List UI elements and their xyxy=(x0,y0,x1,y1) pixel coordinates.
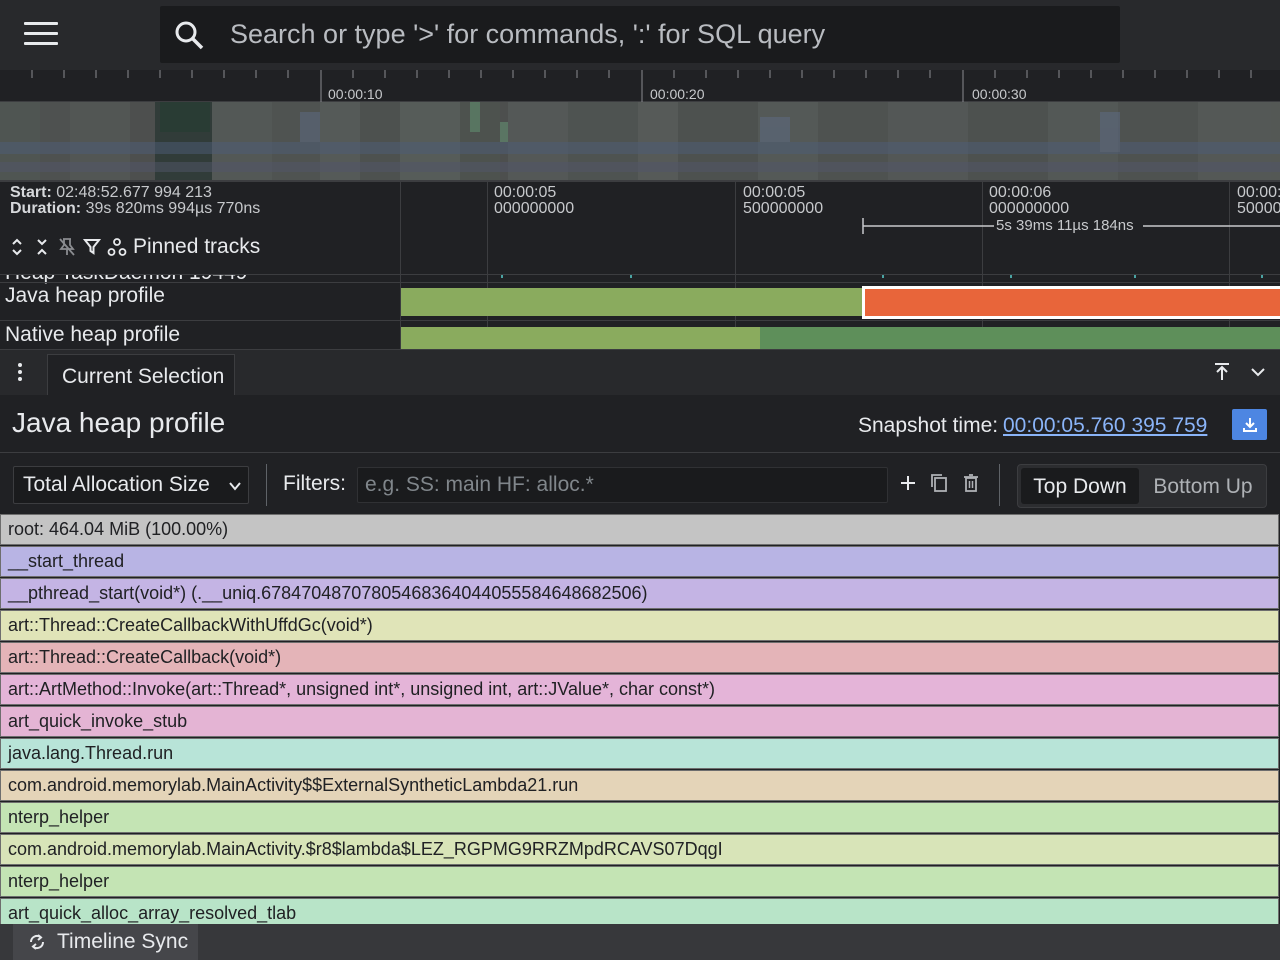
axis-tick-label: 00:00:05 500000000 xyxy=(743,184,824,217)
axis-tick-label: 00:00:06 000000000 xyxy=(989,184,1070,217)
java-heap-selected-slice[interactable] xyxy=(862,286,1280,319)
flamegraph-frame[interactable]: art::Thread::CreateCallback(void*) xyxy=(0,642,1279,673)
unpin-icon[interactable] xyxy=(56,236,78,258)
details-header: Java heap profile Snapshot time: 00:00:0… xyxy=(0,395,1280,453)
details-title: Java heap profile xyxy=(12,407,226,438)
workspace-icon[interactable] xyxy=(106,236,128,258)
metric-select[interactable]: Total Allocation Size xyxy=(13,466,249,504)
flamegraph-frame[interactable]: nterp_helper xyxy=(0,802,1279,833)
flamegraph-frame[interactable]: __pthread_start(void*) (.__uniq.67847048… xyxy=(0,578,1279,609)
collapse-all-icon[interactable] xyxy=(31,236,53,258)
overview-ticks xyxy=(31,70,1252,102)
flamegraph-frame[interactable]: nterp_helper xyxy=(0,866,1279,897)
download-icon xyxy=(1242,417,1257,432)
snapshot-time-link[interactable]: 00:00:05.760 395 759 xyxy=(1003,414,1207,438)
track-name-java-heap[interactable]: Java heap profile xyxy=(5,284,165,308)
overview-heatmap[interactable] xyxy=(0,102,1280,182)
axis-gridline xyxy=(487,182,488,275)
details-panel-tabbar: Current Selection xyxy=(0,349,1280,396)
flamegraph-controls: Total Allocation Size Filters: Top Down … xyxy=(0,453,1280,515)
time-axis-row: Start: 02:48:52.677 994 213 Duration: 39… xyxy=(0,182,1280,275)
more-vert-icon[interactable] xyxy=(14,362,26,382)
status-bar: Timeline Sync xyxy=(0,924,1280,960)
timeline-sync-button[interactable]: Timeline Sync xyxy=(13,924,198,960)
omnibox[interactable] xyxy=(160,6,1120,63)
trace-info-panel: Start: 02:48:52.677 994 213 Duration: 39… xyxy=(0,182,401,275)
expand-all-icon[interactable] xyxy=(6,236,28,258)
overview-label: 00:00:20 xyxy=(650,86,705,102)
flamegraph-frame[interactable]: com.android.memorylab.MainActivity$$Exte… xyxy=(0,770,1279,801)
axis-tick-label: 00:00:05 000000000 xyxy=(494,184,575,217)
pinned-tracks-label[interactable]: Pinned tracks xyxy=(133,235,260,259)
chevron-down-icon xyxy=(229,482,241,491)
download-button[interactable] xyxy=(1232,409,1267,440)
track-shell-column: Heap TaskDaemon 19449 Java heap profile … xyxy=(0,275,401,349)
filter-icon[interactable] xyxy=(81,236,103,258)
selection-span-label: 5s 39ms 11µs 184ns xyxy=(996,217,1134,234)
flamegraph-frame[interactable]: art_quick_alloc_array_resolved_tlab xyxy=(0,898,1279,924)
flamegraph-frame[interactable]: __start_thread xyxy=(0,546,1279,577)
copy-icon[interactable] xyxy=(928,472,950,494)
divider xyxy=(266,464,267,506)
hamburger-menu-icon[interactable] xyxy=(24,22,58,48)
top-bar xyxy=(0,0,1280,70)
flamegraph-frame[interactable]: root: 464.04 MiB (100.00%) xyxy=(0,514,1279,545)
tab-current-selection[interactable]: Current Selection xyxy=(47,354,235,396)
metric-select-value: Total Allocation Size xyxy=(23,473,210,496)
sync-icon xyxy=(29,934,45,950)
chevron-down-icon[interactable] xyxy=(1246,360,1270,384)
flamegraph-frame[interactable]: java.lang.Thread.run xyxy=(0,738,1279,769)
native-heap-track-slice[interactable] xyxy=(760,327,1280,349)
flamegraph-frame[interactable]: art::ArtMethod::Invoke(art::Thread*, uns… xyxy=(0,674,1279,705)
axis-gridline xyxy=(735,182,736,275)
track-toolbar: Pinned tracks xyxy=(6,234,260,260)
view-mode-toggle: Top Down Bottom Up xyxy=(1017,464,1267,508)
native-heap-track-slice[interactable] xyxy=(401,327,760,349)
search-input[interactable] xyxy=(230,14,1090,54)
trace-duration: Duration: 39s 820ms 994µs 770ns xyxy=(10,200,261,217)
top-down-button[interactable]: Top Down xyxy=(1021,468,1139,504)
filters-input[interactable] xyxy=(357,467,888,503)
bottom-up-button[interactable]: Bottom Up xyxy=(1142,468,1264,504)
track-name-native-heap[interactable]: Native heap profile xyxy=(5,323,180,347)
filters-label: Filters: xyxy=(283,472,346,495)
flamegraph: root: 464.04 MiB (100.00%) __start_thread… xyxy=(0,514,1280,924)
track-area: Heap TaskDaemon 19449 Java heap profile … xyxy=(0,275,1280,349)
overview-ruler[interactable]: 00:00:10 00:00:20 00:00:30 xyxy=(0,70,1280,102)
axis-tick-label: 00:00:06500000000 xyxy=(1237,184,1280,217)
snapshot-time-label: Snapshot time: xyxy=(858,414,999,437)
delete-icon[interactable] xyxy=(960,472,982,494)
partial-track-marks xyxy=(501,275,1263,278)
flamegraph-frame[interactable]: com.android.memorylab.MainActivity.$r8$l… xyxy=(0,834,1279,865)
overview-label: 00:00:30 xyxy=(972,86,1027,102)
divider xyxy=(999,464,1000,506)
add-icon[interactable] xyxy=(897,472,919,494)
overview-label: 00:00:10 xyxy=(328,86,383,102)
maximize-panel-icon[interactable] xyxy=(1210,360,1234,384)
java-heap-track-slice[interactable] xyxy=(401,288,862,316)
search-icon xyxy=(175,21,204,50)
timeline-sync-label: Timeline Sync xyxy=(57,930,189,953)
flamegraph-frame[interactable]: art::Thread::CreateCallbackWithUffdGc(vo… xyxy=(0,610,1279,641)
flamegraph-frame[interactable]: art_quick_invoke_stub xyxy=(0,706,1279,737)
